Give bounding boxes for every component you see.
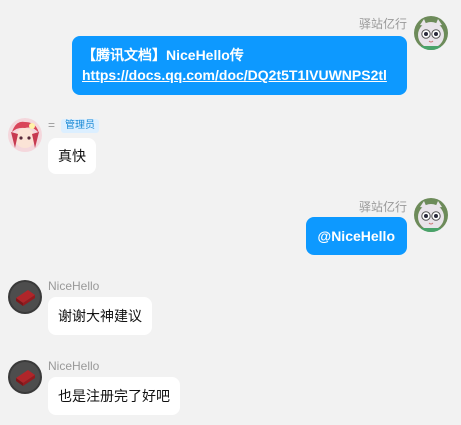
message-title: 【腾讯文档】NiceHello传 bbox=[82, 47, 244, 63]
document-link[interactable]: https://docs.qq.com/doc/DQ2t5T1lVUWNPS2t… bbox=[82, 67, 387, 83]
mention-text[interactable]: @NiceHello bbox=[318, 228, 395, 244]
sender-name[interactable]: 驿站亿行 bbox=[359, 15, 407, 32]
sender-name[interactable]: NiceHello bbox=[48, 359, 99, 373]
message-text: 谢谢大神建议 bbox=[58, 308, 142, 324]
admin-badge: 管理员 bbox=[61, 119, 99, 133]
chat-message: NiceHello 也是注册完了好吧 bbox=[0, 346, 461, 425]
cat-avatar-icon bbox=[414, 16, 448, 50]
avatar[interactable] bbox=[414, 16, 448, 50]
cat-avatar-icon bbox=[414, 198, 448, 232]
chat-message: = 管理员 真快 bbox=[0, 100, 461, 180]
chat-message: NiceHello 谢谢大神建议 bbox=[0, 272, 461, 346]
chat-message: 驿站亿行 @NiceHello bbox=[0, 180, 461, 272]
sender-name[interactable]: NiceHello bbox=[48, 279, 99, 293]
avatar[interactable] bbox=[414, 198, 448, 232]
avatar[interactable] bbox=[8, 360, 42, 394]
red-device-avatar-icon bbox=[8, 360, 42, 394]
anime-avatar-icon bbox=[8, 118, 42, 152]
message-bubble[interactable]: 真快 bbox=[48, 138, 96, 174]
chat-message: 驿站亿行 【腾讯文档】NiceHello传 https://docs.qq.co… bbox=[0, 0, 461, 100]
message-bubble[interactable]: 也是注册完了好吧 bbox=[48, 377, 180, 415]
message-text: 也是注册完了好吧 bbox=[58, 388, 170, 404]
sender-name[interactable]: 驿站亿行 bbox=[359, 198, 407, 215]
avatar[interactable] bbox=[8, 280, 42, 314]
message-text: 真快 bbox=[58, 148, 86, 164]
avatar[interactable] bbox=[8, 118, 42, 152]
red-device-avatar-icon bbox=[8, 280, 42, 314]
sender-name[interactable]: = bbox=[48, 118, 55, 132]
message-bubble[interactable]: @NiceHello bbox=[305, 217, 407, 255]
message-bubble[interactable]: 【腾讯文档】NiceHello传 https://docs.qq.com/doc… bbox=[72, 36, 407, 95]
message-bubble[interactable]: 谢谢大神建议 bbox=[48, 297, 152, 335]
